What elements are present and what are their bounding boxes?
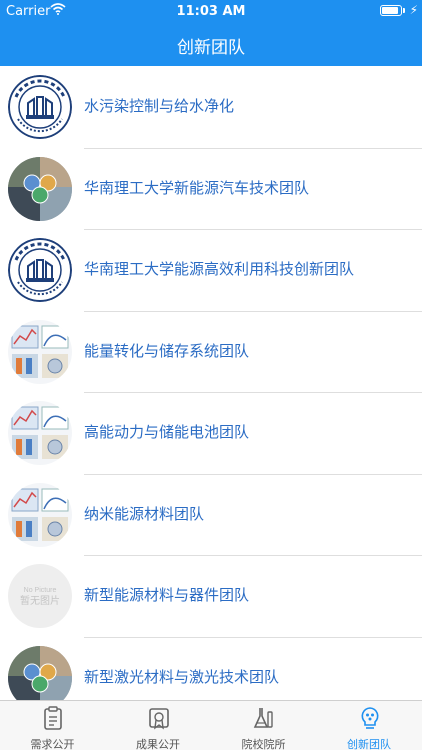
tab-institutes[interactable]: 院校院所 xyxy=(211,701,316,751)
team-list-item[interactable]: 能量转化与储存系统团队 xyxy=(0,311,422,393)
no-picture-zh: 暂无图片 xyxy=(20,594,60,607)
team-list-item[interactable]: 高能动力与储能电池团队 xyxy=(0,392,422,475)
team-name: 新型能源材料与器件团队 xyxy=(84,586,250,604)
page-title: 创新团队 xyxy=(177,38,245,58)
battery-tip xyxy=(403,8,405,13)
team-thumbnail xyxy=(8,156,72,221)
team-name: 能量转化与储存系统团队 xyxy=(84,341,250,360)
tab-demand[interactable]: 需求公开 xyxy=(0,701,105,751)
clock: 11:03 AM xyxy=(176,4,246,19)
team-list-item[interactable]: No Picture 暂无图片 新型能源材料与器件团队 xyxy=(0,555,422,638)
team-name: 高能动力与储能电池团队 xyxy=(84,423,250,441)
nav-bar: 创新团队 xyxy=(0,22,422,66)
tab-results[interactable]: 成果公开 xyxy=(106,701,211,751)
team-thumbnail xyxy=(8,401,72,465)
status-bar: Carrier 11:03 AM ⚡ xyxy=(0,0,422,22)
team-list[interactable]: 水污染控制与给水净化华南理工大学新能源汽车技术团队华南理工大学能源高效利用科技创… xyxy=(0,66,422,700)
team-list-item[interactable]: 水污染控制与给水净化 xyxy=(0,66,422,149)
team-thumbnail xyxy=(8,238,72,302)
team-name: 新型激光材料与激光技术团队 xyxy=(84,667,280,686)
team-thumbnail xyxy=(8,319,72,384)
team-list-item[interactable]: 华南理工大学新能源汽车技术团队 xyxy=(0,148,422,230)
team-thumbnail xyxy=(8,75,72,139)
charging-icon: ⚡ xyxy=(409,3,418,17)
team-thumbnail xyxy=(8,482,72,547)
team-list-item[interactable]: 新型激光材料与激光技术团队 xyxy=(0,637,422,700)
battery-icon xyxy=(380,5,402,16)
team-thumbnail: No Picture 暂无图片 xyxy=(8,564,72,628)
tab-teams[interactable]: 创新团队 xyxy=(317,701,422,751)
no-picture-en: No Picture xyxy=(24,587,57,594)
tab-bar: 需求公开 成果公开 院校院所 创新团队 xyxy=(0,700,422,751)
team-list-item[interactable]: 纳米能源材料团队 xyxy=(0,474,422,556)
team-name: 华南理工大学能源高效利用科技创新团队 xyxy=(84,260,355,278)
team-list-item[interactable]: 华南理工大学能源高效利用科技创新团队 xyxy=(0,229,422,312)
team-name: 水污染控制与给水净化 xyxy=(84,97,235,115)
team-name: 纳米能源材料团队 xyxy=(84,504,205,523)
team-name: 华南理工大学新能源汽车技术团队 xyxy=(84,178,310,197)
team-thumbnail xyxy=(8,645,72,700)
